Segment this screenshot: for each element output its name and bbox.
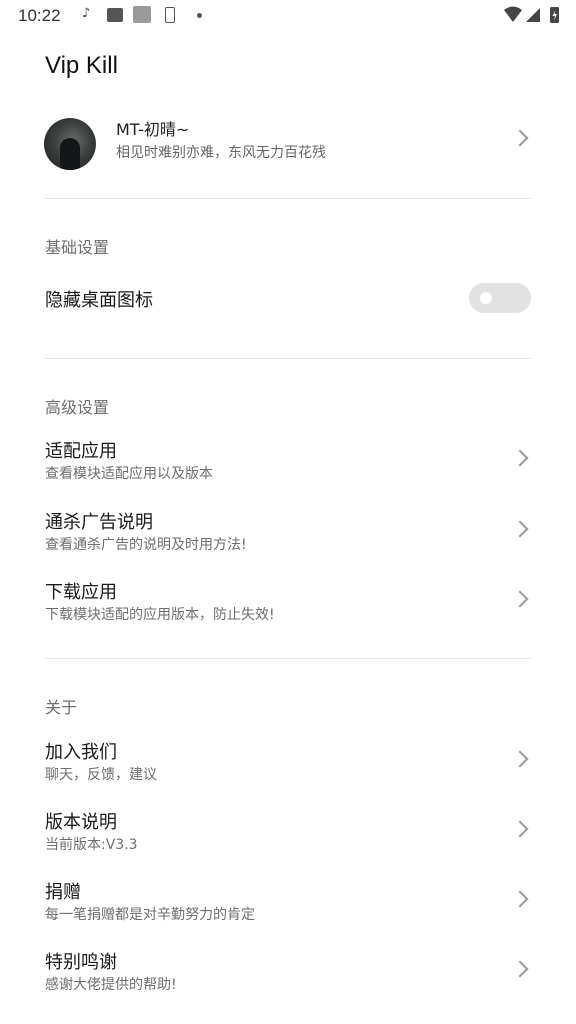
- music-note-icon: ♪: [82, 6, 91, 21]
- profile-signature: 相见时难别亦难，东风无力百花残: [116, 145, 326, 161]
- item-subtitle: 当前版本:V3.3: [45, 837, 138, 853]
- app-square-icon: [133, 6, 151, 23]
- item-title: 版本说明: [45, 812, 117, 833]
- item-subtitle: 查看模块适配应用以及版本: [45, 466, 213, 482]
- status-bar: 10:22 ♪: [0, 0, 576, 32]
- chevron-right-icon: [511, 520, 529, 538]
- item-subtitle: 每一笔捐赠都是对辛勤努力的肯定: [45, 907, 255, 923]
- item-subtitle: 下载模块适配的应用版本，防止失效!: [45, 607, 275, 623]
- profile-name: MT-初晴~: [116, 120, 190, 139]
- dot-icon: [197, 13, 202, 18]
- hide-icon-toggle[interactable]: [469, 283, 531, 313]
- divider: [44, 198, 531, 199]
- item-subtitle: 查看通杀广告的说明及时用方法!: [45, 537, 247, 553]
- item-title: 适配应用: [45, 441, 117, 462]
- chevron-right-icon: [511, 750, 529, 768]
- signal-icon: [526, 8, 540, 22]
- item-title: 特别鸣谢: [45, 952, 117, 973]
- list-item-ad-kill-guide[interactable]: 通杀广告说明 查看通杀广告的说明及时用方法!: [0, 508, 576, 572]
- item-subtitle: 感谢大佬提供的帮助!: [45, 977, 177, 993]
- item-title: 通杀广告说明: [45, 512, 153, 533]
- chevron-right-icon: [511, 960, 529, 978]
- phone-outline-icon: [165, 7, 175, 23]
- chevron-right-icon: [511, 129, 529, 147]
- chevron-right-icon: [511, 820, 529, 838]
- chevron-right-icon: [511, 590, 529, 608]
- list-item-donate[interactable]: 捐赠 每一笔捐赠都是对辛勤努力的肯定: [0, 878, 576, 942]
- hide-icon-label: 隐藏桌面图标: [45, 290, 153, 311]
- app-title: Vip Kill: [45, 52, 118, 79]
- chevron-right-icon: [511, 449, 529, 467]
- section-title-advanced: 高级设置: [45, 398, 110, 417]
- status-time: 10:22: [18, 6, 61, 25]
- avatar: [44, 118, 96, 170]
- image-icon: [107, 8, 123, 22]
- list-item-special-thanks[interactable]: 特别鸣谢 感谢大佬提供的帮助!: [0, 948, 576, 1012]
- section-title-basic: 基础设置: [45, 238, 110, 257]
- profile-row[interactable]: MT-初晴~ 相见时难别亦难，东风无力百花残: [0, 110, 576, 172]
- toggle-knob: [480, 292, 492, 304]
- item-title: 加入我们: [45, 742, 117, 763]
- list-item-join-us[interactable]: 加入我们 聊天，反馈，建议: [0, 738, 576, 802]
- list-item-adapted-apps[interactable]: 适配应用 查看模块适配应用以及版本: [0, 437, 576, 501]
- divider: [44, 658, 531, 659]
- section-title-about: 关于: [45, 698, 78, 717]
- status-right-icons: [504, 6, 559, 23]
- list-item-version-notes[interactable]: 版本说明 当前版本:V3.3: [0, 808, 576, 872]
- list-item-download-apps[interactable]: 下载应用 下载模块适配的应用版本，防止失效!: [0, 578, 576, 642]
- item-title: 下载应用: [45, 582, 117, 603]
- item-title: 捐赠: [45, 882, 81, 903]
- chevron-right-icon: [511, 890, 529, 908]
- item-subtitle: 聊天，反馈，建议: [45, 767, 157, 783]
- wifi-icon: [504, 6, 522, 22]
- divider: [44, 358, 531, 359]
